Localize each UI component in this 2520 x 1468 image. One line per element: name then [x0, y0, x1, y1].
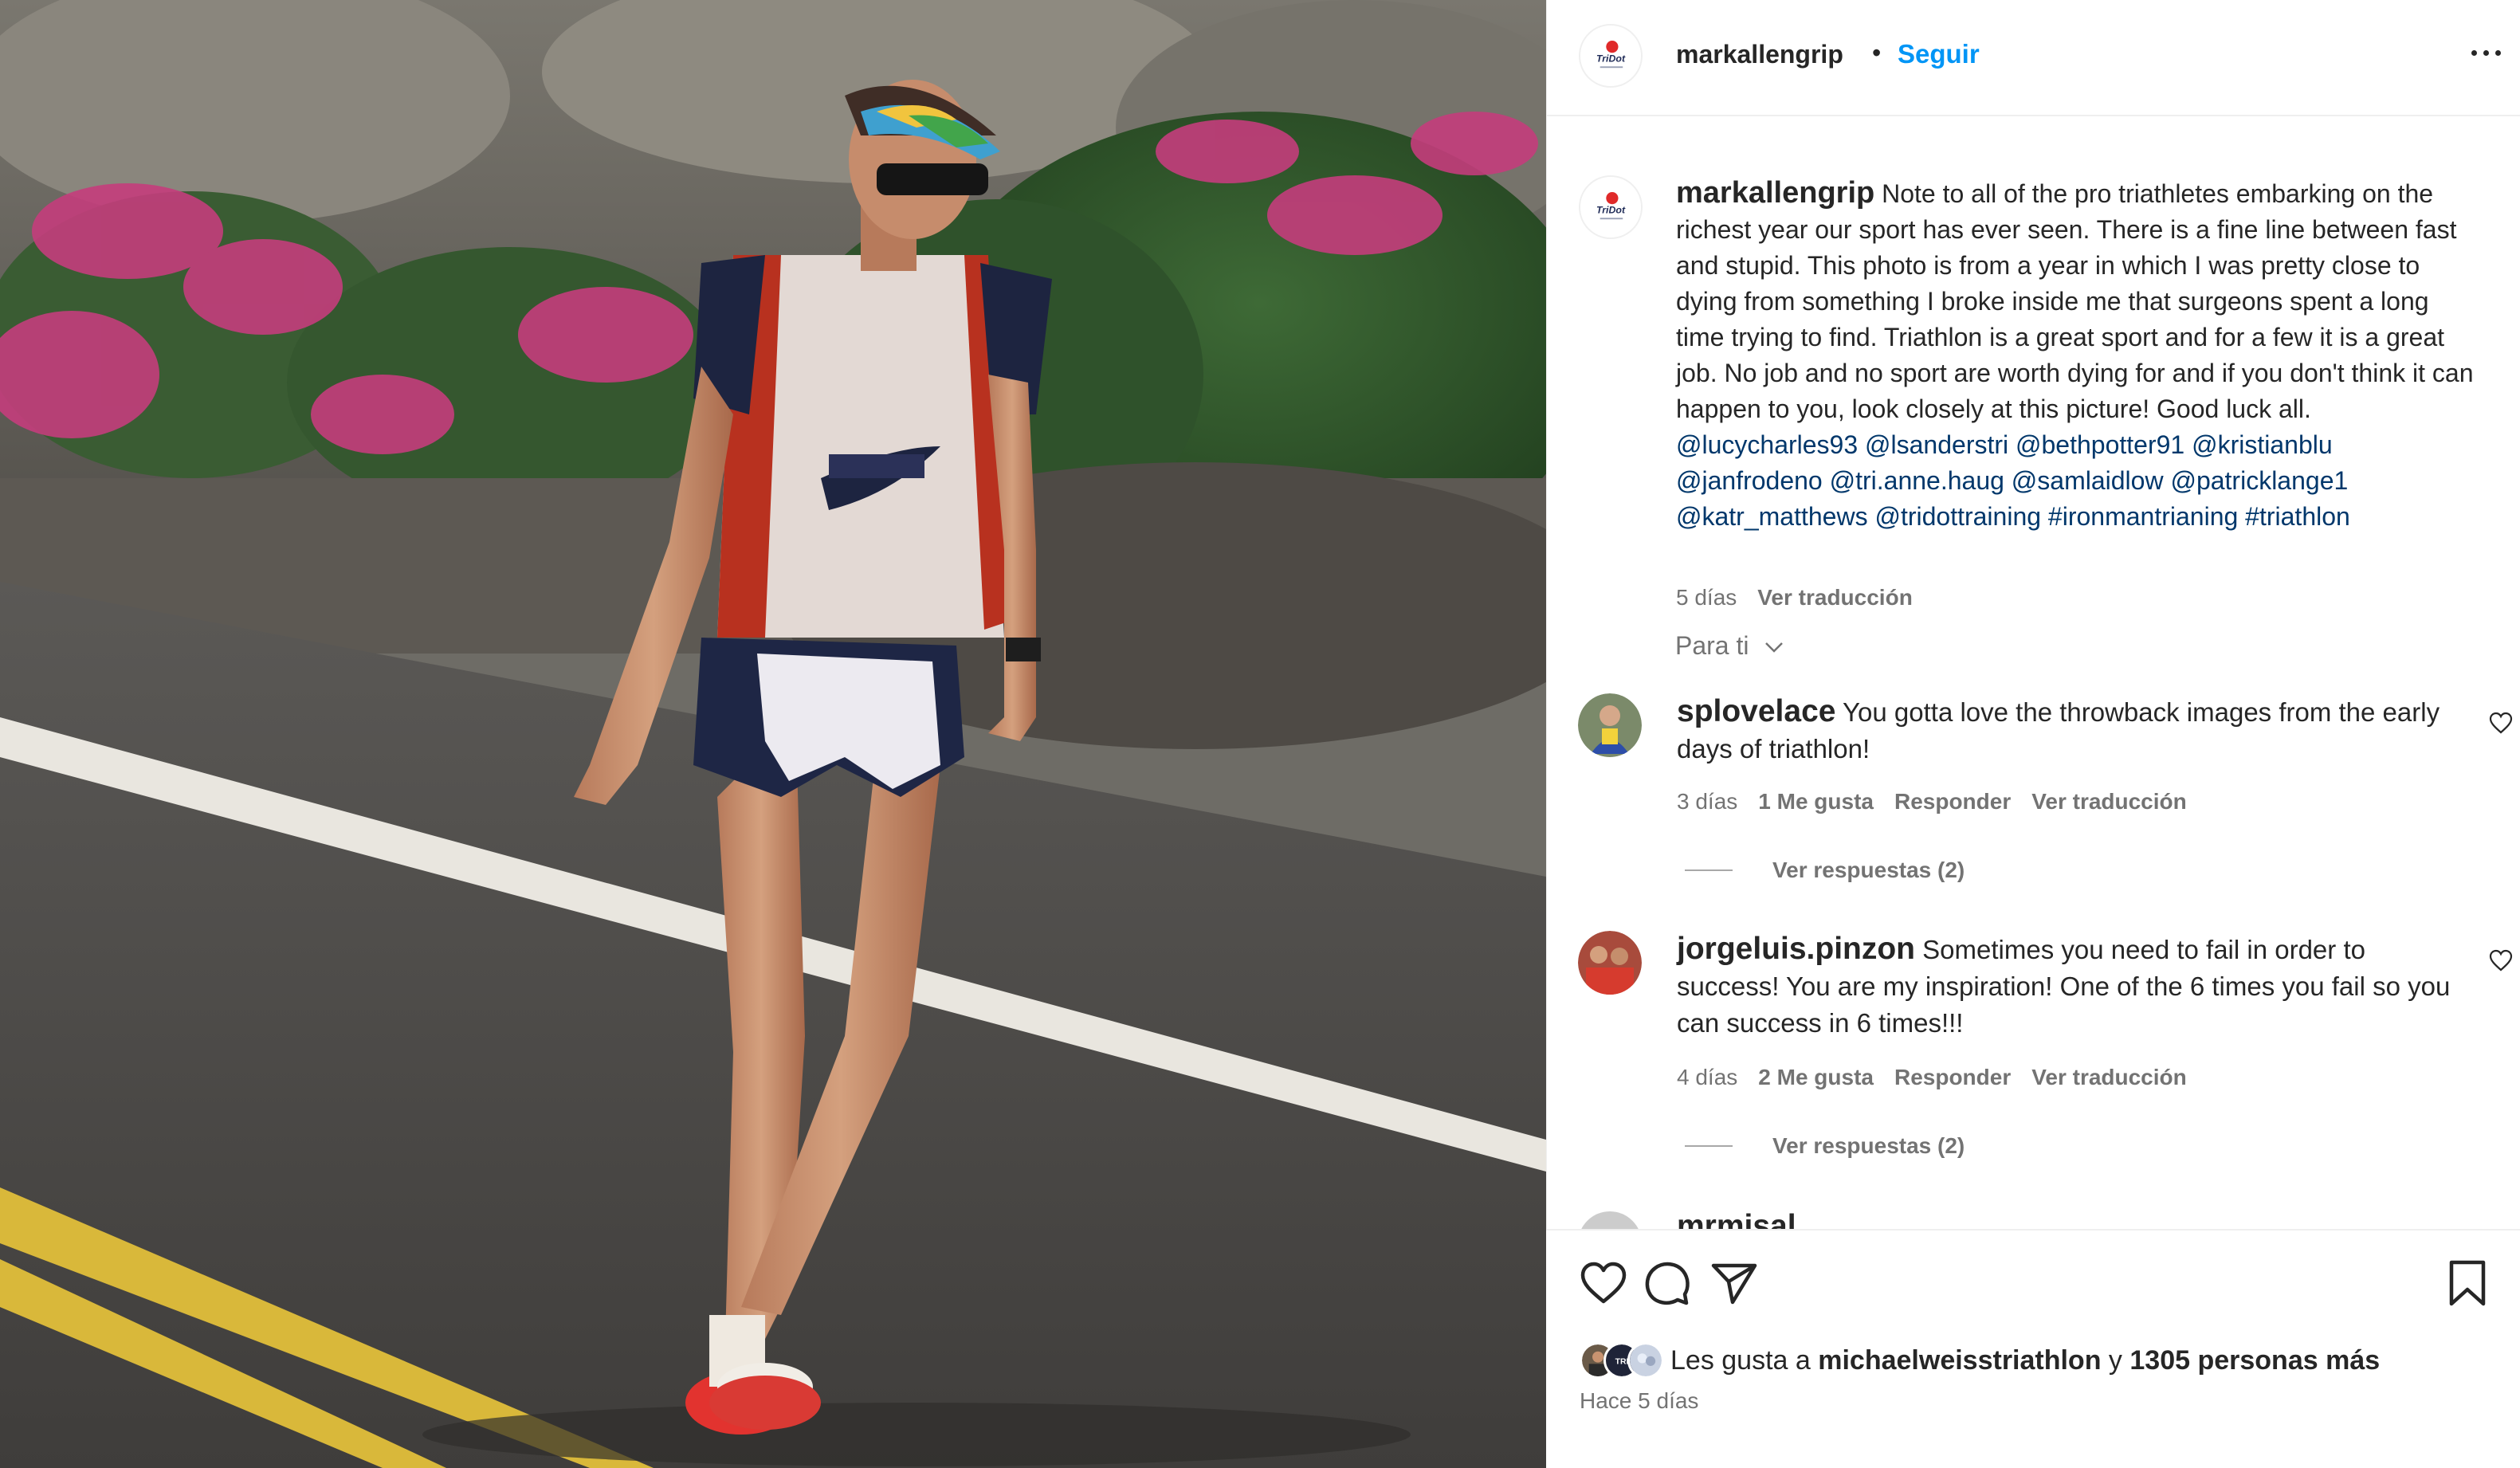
view-replies-label: Ver respuestas (2) — [1772, 1133, 1965, 1158]
more-options-icon[interactable] — [2462, 29, 2510, 77]
commenter-photo — [1578, 931, 1642, 995]
reply-button[interactable]: Responder — [1894, 789, 2011, 814]
liker-username-link[interactable]: michaelweisstriathlon — [1818, 1345, 2101, 1376]
mention-link[interactable]: @bethpotter91 — [2016, 430, 2184, 459]
comment-like-heart-icon[interactable] — [2488, 948, 2514, 972]
likes-summary[interactable]: TRI Les gusta a michaelweisstriathlon y … — [1580, 1339, 2380, 1382]
tridot-logo-icon: TriDot — [1580, 177, 1641, 237]
view-replies-label: Ver respuestas (2) — [1772, 858, 1965, 882]
bookmark-icon[interactable] — [2442, 1258, 2493, 1309]
comment-likes-count[interactable]: 2 Me gusta — [1758, 1065, 1874, 1089]
svg-text:TRI: TRI — [1615, 1357, 1629, 1366]
commenter-avatar[interactable] — [1578, 931, 1642, 995]
partial-comment-username[interactable]: mrmisal — [1677, 1208, 1804, 1229]
comment-item: splovelace You gotta love the throwback … — [1578, 693, 2520, 893]
mention-link[interactable]: @patricklange1 — [2170, 466, 2348, 495]
mention-link[interactable]: @samlaidlow — [2012, 466, 2164, 495]
likes-count-link[interactable]: 1305 personas más — [2129, 1345, 2380, 1376]
comment-meta: 3 días 1 Me gusta Responder Ver traducción — [1677, 789, 2187, 814]
caption-translate-link[interactable]: Ver traducción — [1757, 585, 1913, 610]
hashtag-link[interactable]: #triathlon — [2245, 502, 2350, 531]
comment-item: jorgeluis.pinzon Sometimes you need to f… — [1578, 931, 2520, 1170]
liker-avatar — [1627, 1342, 1664, 1379]
caption-text: Note to all of the pro triathletes embar… — [1676, 179, 2474, 423]
comment-username[interactable]: jorgeluis.pinzon — [1677, 932, 1915, 966]
author-avatar[interactable]: TriDot — [1579, 24, 1643, 88]
reply-button[interactable]: Responder — [1894, 1065, 2011, 1089]
likes-text: Les gusta a michaelweisstriathlon y 1305… — [1670, 1344, 2381, 1376]
avatar-logo-text: TriDot — [1596, 53, 1626, 65]
commenter-avatar[interactable] — [1578, 693, 1642, 757]
replies-divider — [1685, 869, 1733, 871]
caption-username[interactable]: markallengrip — [1676, 176, 1874, 210]
mention-link[interactable]: @lucycharles93 — [1676, 430, 1858, 459]
comment-time[interactable]: 3 días — [1677, 789, 1737, 814]
comment-time[interactable]: 4 días — [1677, 1065, 1737, 1089]
comment-meta: 4 días 2 Me gusta Responder Ver traducción — [1677, 1065, 2187, 1090]
follow-button[interactable]: Seguir — [1898, 37, 1980, 72]
chevron-down-icon[interactable] — [1764, 641, 1784, 654]
avatar-logo-text: TriDot — [1596, 205, 1626, 216]
mention-link[interactable]: @tri.anne.haug — [1830, 466, 2004, 495]
post-header: TriDot markallengrip • Seguir — [1547, 0, 2520, 116]
comment-filter-dropdown[interactable]: Para ti — [1675, 628, 1749, 663]
separator-dot: • — [1872, 38, 1882, 67]
post-actions-bar: TRI Les gusta a michaelweisstriathlon y … — [1546, 1229, 2520, 1468]
comment-username[interactable]: splovelace — [1677, 694, 1835, 728]
post-timestamp[interactable]: Hace 5 días — [1580, 1388, 1698, 1414]
mention-link[interactable]: @katr_matthews — [1676, 502, 1868, 531]
like-heart-icon[interactable] — [1578, 1258, 1629, 1309]
commenter-photo — [1578, 693, 1642, 757]
partial-comment-avatar[interactable] — [1578, 1211, 1642, 1229]
mention-link[interactable]: @lsanderstri — [1865, 430, 2008, 459]
hashtag-link[interactable]: #ironmantrianing — [2048, 502, 2238, 531]
view-replies-button[interactable]: Ver respuestas (2) — [1685, 1133, 1965, 1159]
comment-translate-link[interactable]: Ver traducción — [2031, 1065, 2187, 1089]
comment-icon[interactable] — [1642, 1258, 1693, 1309]
send-icon[interactable] — [1709, 1258, 1760, 1309]
comment-text-block: splovelace You gotta love the throwback … — [1677, 693, 2458, 767]
caption-author-avatar[interactable]: TriDot — [1579, 175, 1643, 239]
view-replies-button[interactable]: Ver respuestas (2) — [1685, 858, 1965, 883]
comment-text-block: jorgeluis.pinzon Sometimes you need to f… — [1677, 931, 2458, 1042]
caption-time[interactable]: 5 días — [1676, 585, 1737, 610]
comment-likes-count[interactable]: 1 Me gusta — [1758, 789, 1874, 814]
mention-link[interactable]: @janfrodeno — [1676, 466, 1823, 495]
mention-link[interactable]: @kristianblu — [2192, 430, 2333, 459]
replies-divider — [1685, 1145, 1733, 1147]
comment-translate-link[interactable]: Ver traducción — [2031, 789, 2187, 814]
post-photo[interactable] — [0, 0, 1546, 1468]
mention-link[interactable]: @tridottraining — [1874, 502, 2041, 531]
comment-like-heart-icon[interactable] — [2488, 711, 2514, 735]
caption-meta: 5 días Ver traducción — [1676, 585, 1913, 610]
post-image — [0, 0, 1546, 1468]
author-username[interactable]: markallengrip — [1676, 37, 1843, 72]
tridot-logo-icon: TriDot — [1580, 26, 1641, 86]
caption-text-block: markallengrip Note to all of the pro tri… — [1676, 175, 2481, 535]
